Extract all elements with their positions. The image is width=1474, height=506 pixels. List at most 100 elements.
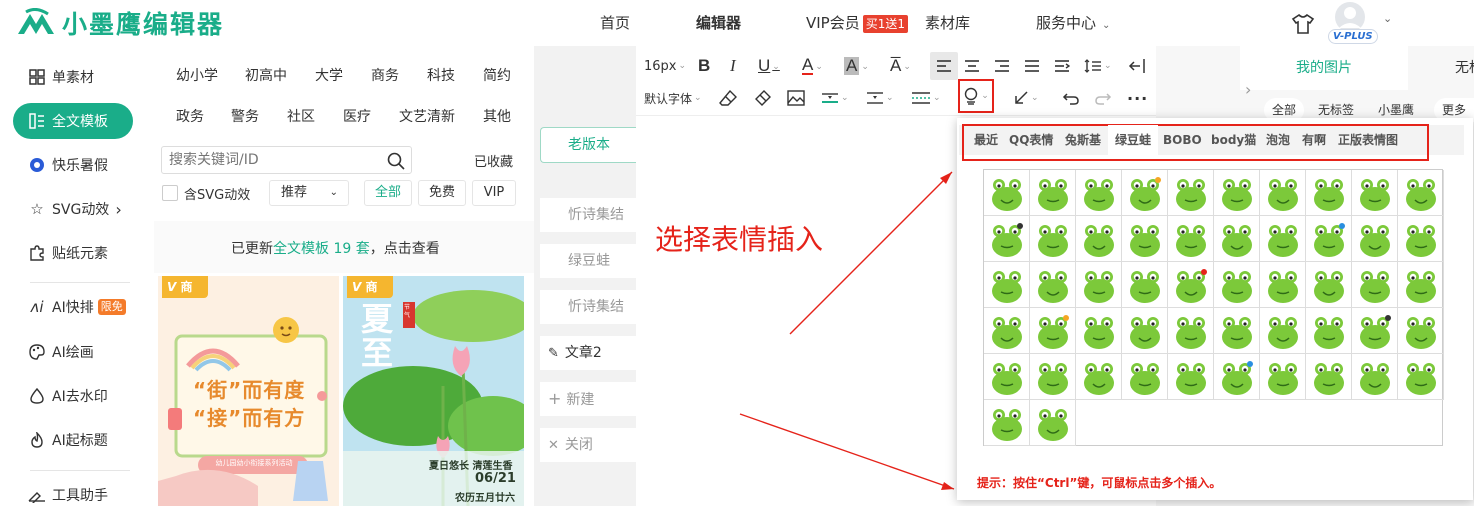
font-family-select[interactable]: 默认字体 ⌄ xyxy=(644,84,702,112)
category-university[interactable]: 大学 xyxy=(315,66,343,86)
chevron-right-icon[interactable]: › xyxy=(1245,80,1251,99)
sidebar-item-tools[interactable]: 工具助手 xyxy=(28,480,108,506)
frog-emoji[interactable] xyxy=(1122,308,1168,354)
frog-emoji[interactable] xyxy=(1306,170,1352,216)
emoji-tab-youa[interactable]: 有啊 xyxy=(1302,125,1326,155)
frog-emoji[interactable] xyxy=(1168,216,1214,262)
frog-emoji[interactable] xyxy=(1260,354,1306,400)
align-center-icon[interactable] xyxy=(964,52,980,80)
category-literary[interactable]: 文艺清新 xyxy=(399,107,455,127)
frog-emoji[interactable] xyxy=(1306,354,1352,400)
bg-color-icon[interactable]: A ⌄ xyxy=(844,52,869,80)
sidebar-item-svg[interactable]: ☆ SVG动效 › xyxy=(28,194,121,224)
frog-emoji[interactable] xyxy=(1168,354,1214,400)
frog-emoji[interactable] xyxy=(984,262,1030,308)
frog-emoji[interactable] xyxy=(1030,400,1076,446)
line-height-icon[interactable]: ⌄ xyxy=(1084,52,1112,80)
frog-emoji[interactable] xyxy=(1398,354,1444,400)
frog-emoji[interactable] xyxy=(1306,308,1352,354)
frog-emoji[interactable] xyxy=(1214,170,1260,216)
frog-emoji[interactable] xyxy=(1398,216,1444,262)
align-left-icon[interactable] xyxy=(930,52,958,80)
sidebar-item-sticker[interactable]: 贴纸元素 xyxy=(28,238,108,268)
frog-emoji[interactable] xyxy=(1168,262,1214,308)
frog-emoji[interactable] xyxy=(1122,262,1168,308)
undo-icon[interactable] xyxy=(1062,84,1080,112)
filter-free[interactable]: 免费 xyxy=(418,180,466,206)
search-icon[interactable] xyxy=(387,152,405,170)
category-medical[interactable]: 医疗 xyxy=(343,107,371,127)
emoji-tab-bodycat[interactable]: body猫 xyxy=(1211,125,1256,155)
frog-emoji[interactable] xyxy=(1030,354,1076,400)
sidebar-item-ai-watermark[interactable]: AI去水印 xyxy=(28,381,108,411)
tshirt-icon[interactable] xyxy=(1291,13,1315,35)
nav-vip[interactable]: VIP会员 买1送1 xyxy=(806,0,909,46)
frog-emoji[interactable] xyxy=(1260,216,1306,262)
frog-emoji[interactable] xyxy=(1030,262,1076,308)
letter-spacing-icon[interactable]: A̅ ⌄ xyxy=(890,52,911,80)
frog-emoji[interactable] xyxy=(1122,216,1168,262)
frog-emoji[interactable] xyxy=(1076,262,1122,308)
filter-all[interactable]: 全部 xyxy=(364,180,412,206)
frog-emoji[interactable] xyxy=(1076,354,1122,400)
bold-icon[interactable]: B xyxy=(698,52,710,80)
sidebar-item-summer[interactable]: 快乐暑假 xyxy=(28,150,108,180)
frog-emoji[interactable] xyxy=(1260,170,1306,216)
frog-emoji[interactable] xyxy=(1352,170,1398,216)
sort-select[interactable]: 推荐 ⌄ xyxy=(269,180,349,206)
divider-style-icon[interactable]: ⌄ xyxy=(821,84,849,112)
sidebar-item-ai-paint[interactable]: AI绘画 xyxy=(28,337,94,367)
category-police[interactable]: 警务 xyxy=(231,107,259,127)
frog-emoji[interactable] xyxy=(1398,308,1444,354)
avatar-chevron-icon[interactable]: ⌄ xyxy=(1383,12,1392,25)
frog-emoji[interactable] xyxy=(1076,170,1122,216)
italic-icon[interactable]: I xyxy=(730,52,736,80)
frog-emoji[interactable] xyxy=(984,308,1030,354)
category-community[interactable]: 社区 xyxy=(287,107,315,127)
frog-emoji[interactable] xyxy=(1214,262,1260,308)
eraser-icon[interactable] xyxy=(719,84,737,112)
paragraph-spacing-icon[interactable]: ⌄ xyxy=(866,84,894,112)
template-thumb-2[interactable]: V 商 夏至 节气 夏日悠长 清莲生香 06/21 农历五月廿六 xyxy=(343,276,524,506)
tab-my-images[interactable]: 我的图片 xyxy=(1240,46,1408,90)
redo-icon[interactable] xyxy=(1094,84,1112,112)
emoji-tab-tuzki[interactable]: 兔斯基 xyxy=(1065,125,1101,155)
old-version-button[interactable]: 老版本 xyxy=(540,127,636,163)
favorites-link[interactable]: 已收藏 xyxy=(474,151,513,170)
frog-emoji[interactable] xyxy=(1352,216,1398,262)
justify-icon[interactable] xyxy=(1024,52,1040,80)
sidebar-item-ai-layout[interactable]: ʌi AI快排 限免 xyxy=(28,292,126,322)
emoji-tab-recent[interactable]: 最近 xyxy=(974,125,998,155)
frog-emoji[interactable] xyxy=(1168,170,1214,216)
frog-emoji[interactable] xyxy=(1168,308,1214,354)
logo[interactable]: 小墨鹰编辑器 xyxy=(16,6,224,40)
frog-emoji[interactable] xyxy=(1076,216,1122,262)
emoji-tab-licensed[interactable]: 正版表情图 xyxy=(1338,125,1398,155)
frog-emoji[interactable] xyxy=(1076,308,1122,354)
nav-materials[interactable]: 素材库 xyxy=(925,0,970,46)
nav-editor[interactable]: 编辑器 xyxy=(696,0,741,46)
nav-service[interactable]: 服务中心 ⌄ xyxy=(1036,0,1110,46)
category-tech[interactable]: 科技 xyxy=(427,66,455,86)
category-secondary[interactable]: 初高中 xyxy=(245,66,287,86)
category-primary[interactable]: 幼小学 xyxy=(176,66,218,86)
sidebar-item-full-template[interactable]: 全文模板 xyxy=(28,106,108,136)
doc-item[interactable]: 忻诗集结 xyxy=(540,290,636,324)
close-doc-button[interactable]: ✕ 关闭 xyxy=(540,428,636,462)
frog-emoji[interactable] xyxy=(984,170,1030,216)
svg-filter-checkbox[interactable] xyxy=(162,185,178,201)
emoji-tab-bobo[interactable]: BOBO xyxy=(1163,125,1202,155)
frog-emoji[interactable] xyxy=(1398,170,1444,216)
sidebar-item-single-material[interactable]: 单素材 xyxy=(28,62,94,92)
frog-emoji[interactable] xyxy=(1352,262,1398,308)
frog-emoji[interactable] xyxy=(1260,262,1306,308)
user-avatar[interactable]: V-PLUS xyxy=(1326,0,1378,44)
frog-emoji[interactable] xyxy=(1260,308,1306,354)
frog-emoji[interactable] xyxy=(1030,216,1076,262)
image-icon[interactable] xyxy=(787,84,805,112)
emoji-tab-bubble[interactable]: 泡泡 xyxy=(1266,125,1290,155)
doc-item[interactable]: 忻诗集结 xyxy=(540,198,636,232)
new-doc-button[interactable]: + 新建 xyxy=(540,382,636,416)
filter-vip[interactable]: VIP xyxy=(472,180,516,206)
format-brush-icon[interactable] xyxy=(753,84,771,112)
